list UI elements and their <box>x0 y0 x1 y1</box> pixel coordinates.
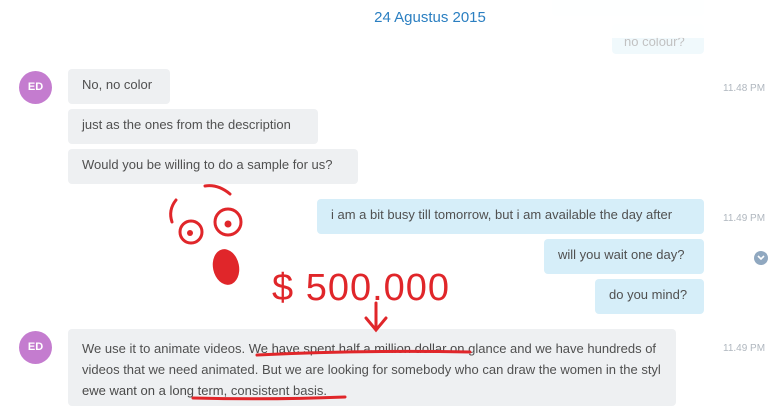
message-bubble[interactable]: i am a bit busy till tomorrow, but i am … <box>317 199 704 234</box>
annotation-pupil <box>187 230 193 236</box>
message-text: do you mind? <box>609 287 688 302</box>
date-header: 24 Agustus 2015 <box>0 0 784 38</box>
message-text: will you wait one day? <box>558 247 685 262</box>
message-bubble[interactable]: No, no color <box>68 69 170 104</box>
message-bubble[interactable]: just as the ones from the description <box>68 109 318 144</box>
annotation-pupil <box>224 220 232 228</box>
message-text-highlight: ewe want on a long term <box>82 383 224 398</box>
message-bubble[interactable]: Would you be willing to do a sample for … <box>68 149 358 184</box>
message-time: 11.49 PM <box>723 213 766 224</box>
annotation-eyebrow <box>203 184 232 196</box>
message-bubble[interactable]: do you mind? <box>595 279 704 314</box>
annotation-nose <box>212 249 240 285</box>
annotation-eye <box>213 207 243 237</box>
annotation-eye <box>178 219 204 245</box>
message-text: Would you be willing to do a sample for … <box>82 157 333 172</box>
scroll-down-button[interactable] <box>754 251 768 265</box>
message-bubble[interactable]: We use it to animate videos. We have spe… <box>68 329 676 406</box>
message-time: 11.49 PM <box>723 343 766 354</box>
annotation-eyebrow <box>169 198 178 224</box>
message-text: , consistent basis. <box>223 383 327 398</box>
annotation-amount: $ 500.000 <box>272 267 450 309</box>
date-label: 24 Agustus 2015 <box>374 9 486 26</box>
avatar[interactable]: ED <box>19 331 52 364</box>
message-text: No, no color <box>82 77 153 92</box>
message-text: just as the ones from the description <box>82 117 291 132</box>
chevron-down-icon <box>757 255 765 261</box>
message-time: 11.48 PM <box>723 83 766 94</box>
avatar[interactable]: ED <box>19 71 52 104</box>
message-text: i am a bit busy till tomorrow, but i am … <box>331 207 673 222</box>
message-text: We use it to animate videos. <box>82 341 249 356</box>
message-text-highlight: We have spent half a million dollar on <box>248 341 465 356</box>
message-bubble[interactable]: will you wait one day? <box>544 239 704 274</box>
